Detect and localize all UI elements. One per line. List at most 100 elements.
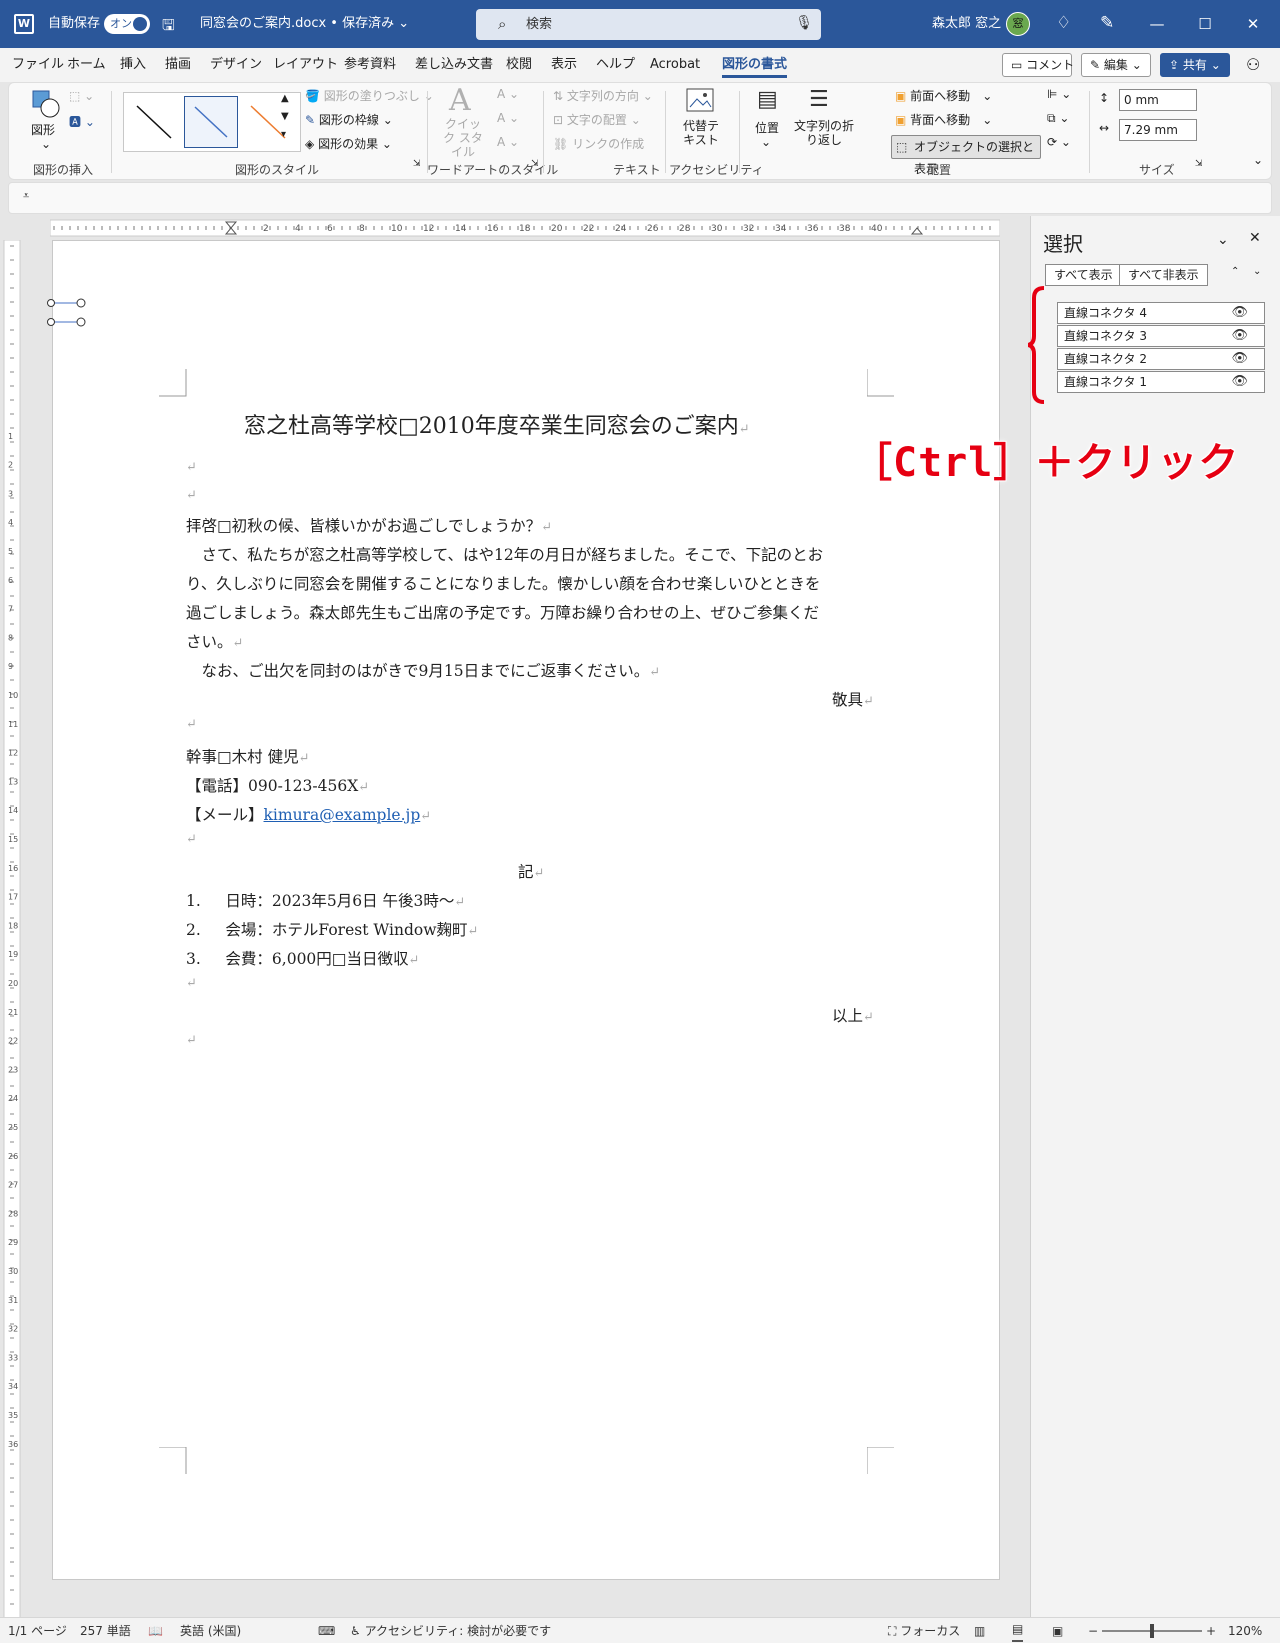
pane-item-connector-1[interactable]: 直線コネクタ 1 👁: [1057, 371, 1265, 393]
move-down-icon[interactable]: ⌄: [1253, 266, 1261, 277]
empty-paragraph[interactable]: ↵: [186, 976, 197, 991]
align-icon[interactable]: ⊫ ⌄: [1047, 87, 1071, 101]
selection-pane-button[interactable]: ⬚ オブジェクトの選択と表示: [891, 135, 1041, 176]
text-fill-icon[interactable]: A ⌄: [497, 87, 519, 101]
list-item[interactable]: 1. 日時：2023年5月6日 午後3時～↵: [186, 889, 465, 911]
zoom-slider[interactable]: [1102, 1624, 1202, 1638]
height-input[interactable]: 0 mm: [1119, 89, 1197, 111]
tab-insert[interactable]: 挿入: [120, 48, 146, 82]
zoom-slider-thumb[interactable]: [1150, 1624, 1154, 1638]
autosave-toggle[interactable]: オン: [104, 14, 150, 34]
mail-line[interactable]: 【メール】kimura@example.jp↵: [186, 803, 431, 825]
empty-paragraph[interactable]: ↵: [186, 488, 197, 503]
customize-toolbar-icon[interactable]: ⩡: [23, 189, 29, 203]
comment-button[interactable]: ▭ コメント: [1002, 53, 1074, 77]
empty-paragraph[interactable]: ↵: [186, 717, 197, 732]
tab-acrobat[interactable]: Acrobat: [650, 48, 700, 82]
proofing-icon[interactable]: 📖: [148, 1618, 163, 1643]
shapes-button[interactable]: 図形: [31, 121, 55, 138]
visibility-eye-icon[interactable]: 👁: [1231, 326, 1248, 346]
microphone-icon[interactable]: 🎙: [795, 15, 813, 31]
dialog-launcher-icon[interactable]: ⇲: [531, 159, 539, 169]
user-name[interactable]: 森太郎 窓之: [932, 0, 1001, 48]
tab-draw[interactable]: 描画: [165, 48, 191, 82]
tab-view[interactable]: 表示: [551, 48, 577, 82]
wrap-text-icon[interactable]: ☰: [809, 87, 829, 112]
horizontal-ruler[interactable]: 2 4 6 8 10 12 14 16 18 20 22 24 26 28 30 32 34 36 38 40: [50, 218, 1000, 238]
hide-all-button[interactable]: すべて非表示: [1119, 264, 1208, 286]
predictions-icon[interactable]: ⌨: [318, 1618, 335, 1643]
quick-style-button[interactable]: クイック スタイル: [443, 117, 483, 159]
style-blue-line[interactable]: [184, 96, 238, 148]
focus-button[interactable]: ⛶ フォーカス: [888, 1618, 960, 1643]
zoom-out-icon[interactable]: −: [1088, 1618, 1098, 1643]
tab-references[interactable]: 参考資料: [344, 48, 396, 82]
position-button[interactable]: 位置: [755, 119, 779, 136]
print-layout-icon[interactable]: ▤: [1012, 1618, 1024, 1642]
tab-home[interactable]: ホーム: [67, 48, 106, 82]
document-title[interactable]: 同窓会のご案内.docx • 保存済み ⌄: [200, 0, 409, 48]
email-link[interactable]: kimura@example.jp: [264, 806, 421, 824]
selected-connectors[interactable]: [47, 295, 87, 335]
text-direction-button[interactable]: ⇅ 文字列の方向 ⌄: [553, 87, 653, 104]
tab-mailings[interactable]: 差し込み文書: [415, 48, 493, 82]
closing-keigu[interactable]: 敬具↵: [832, 688, 874, 710]
shape-fill-button[interactable]: 🪣 図形の塗りつぶし ⌄: [305, 87, 434, 104]
save-icon[interactable]: 🖫: [162, 15, 175, 40]
pane-item-connector-3[interactable]: 直線コネクタ 3 👁: [1057, 325, 1265, 347]
text-outline-icon[interactable]: A ⌄: [497, 111, 519, 125]
position-chevron-icon[interactable]: ⌄: [761, 135, 771, 149]
alt-text-icon[interactable]: [685, 87, 715, 121]
move-up-icon[interactable]: ⌃: [1231, 266, 1239, 277]
position-icon[interactable]: ▤: [757, 87, 778, 112]
text-effects-icon[interactable]: A ⌄: [497, 135, 519, 149]
coauthor-icon[interactable]: ⚇: [1246, 55, 1260, 74]
rotate-icon[interactable]: ⟳ ⌄: [1047, 135, 1071, 149]
textbox-icon[interactable]: 🅰 ⌄: [69, 113, 95, 130]
maximize-icon[interactable]: ☐: [1182, 0, 1228, 48]
dialog-launcher-icon[interactable]: ⇲: [413, 159, 421, 169]
list-item[interactable]: 3. 会費：6,000円□当日徴収↵: [186, 947, 419, 969]
visibility-eye-icon[interactable]: 👁: [1231, 303, 1248, 323]
tab-design[interactable]: デザイン: [210, 48, 262, 82]
document-title-heading[interactable]: 窓之杜高等学校□2010年度卒業生同窓会のご案内↵: [244, 408, 750, 440]
text-align-button[interactable]: ⊡ 文字の配置 ⌄: [553, 111, 641, 128]
style-black-line[interactable]: [127, 96, 181, 148]
body-line[interactable]: 過ごしましょう。森太郎先生もご出席の予定です。万障お繰り合わせの上、ぜひご参集く…: [186, 601, 819, 623]
language[interactable]: 英語 (米国): [180, 1618, 241, 1643]
bring-forward-button[interactable]: ▣ 前面へ移動 ⌄: [895, 87, 992, 104]
visibility-eye-icon[interactable]: 👁: [1231, 372, 1248, 392]
minimize-icon[interactable]: —: [1134, 0, 1180, 48]
gallery-more-icon[interactable]: ▾: [281, 129, 286, 140]
create-link-button[interactable]: ⛓ リンクの作成: [553, 135, 644, 152]
shapes-icon[interactable]: [31, 89, 61, 125]
phone-line[interactable]: 【電話】090-123-456X↵: [186, 774, 369, 796]
group-icon[interactable]: ⧉ ⌄: [1047, 111, 1069, 126]
greeting-paragraph[interactable]: 拝啓□初秋の候、皆様いかがお過ごしでしょうか？↵: [186, 514, 552, 536]
tab-shape-format[interactable]: 図形の書式: [722, 48, 788, 82]
page-count[interactable]: 1/1 ページ: [8, 1618, 67, 1643]
word-count[interactable]: 257 単語: [80, 1618, 131, 1643]
visibility-eye-icon[interactable]: 👁: [1231, 349, 1248, 369]
tab-review[interactable]: 校閲: [506, 48, 532, 82]
body-line[interactable]: さて、私たちが窓之杜高等学校して、はや12年の月日が経ちました。そこで、下記のと…: [186, 543, 824, 565]
pane-item-connector-2[interactable]: 直線コネクタ 2 👁: [1057, 348, 1265, 370]
list-item[interactable]: 2. 会場：ホテルForest Window麹町↵: [186, 918, 478, 940]
show-all-button[interactable]: すべて表示: [1045, 264, 1122, 286]
wrap-text-button[interactable]: 文字列の折り返し: [793, 119, 855, 147]
read-mode-icon[interactable]: ▥: [974, 1618, 985, 1643]
collapse-ribbon-icon[interactable]: ⌄: [1253, 153, 1263, 167]
edit-shape-icon[interactable]: ⬚ ⌄: [69, 89, 94, 103]
close-icon[interactable]: ✕: [1230, 0, 1276, 48]
tab-help[interactable]: ヘルプ: [596, 48, 635, 82]
organizer-line[interactable]: 幹事□木村 健児↵: [186, 745, 309, 767]
pane-options-chevron-icon[interactable]: ⌄: [1217, 232, 1229, 248]
gallery-down-icon[interactable]: ▼: [281, 111, 289, 122]
tab-file[interactable]: ファイル: [12, 48, 64, 82]
width-input[interactable]: 7.29 mm: [1119, 119, 1197, 141]
pane-close-icon[interactable]: ✕: [1249, 230, 1261, 246]
shape-style-gallery[interactable]: [123, 92, 301, 152]
pen-icon[interactable]: ✎: [1100, 13, 1114, 33]
shapes-chevron-icon[interactable]: ⌄: [41, 137, 51, 151]
diamond-icon[interactable]: ♢: [1056, 13, 1071, 33]
